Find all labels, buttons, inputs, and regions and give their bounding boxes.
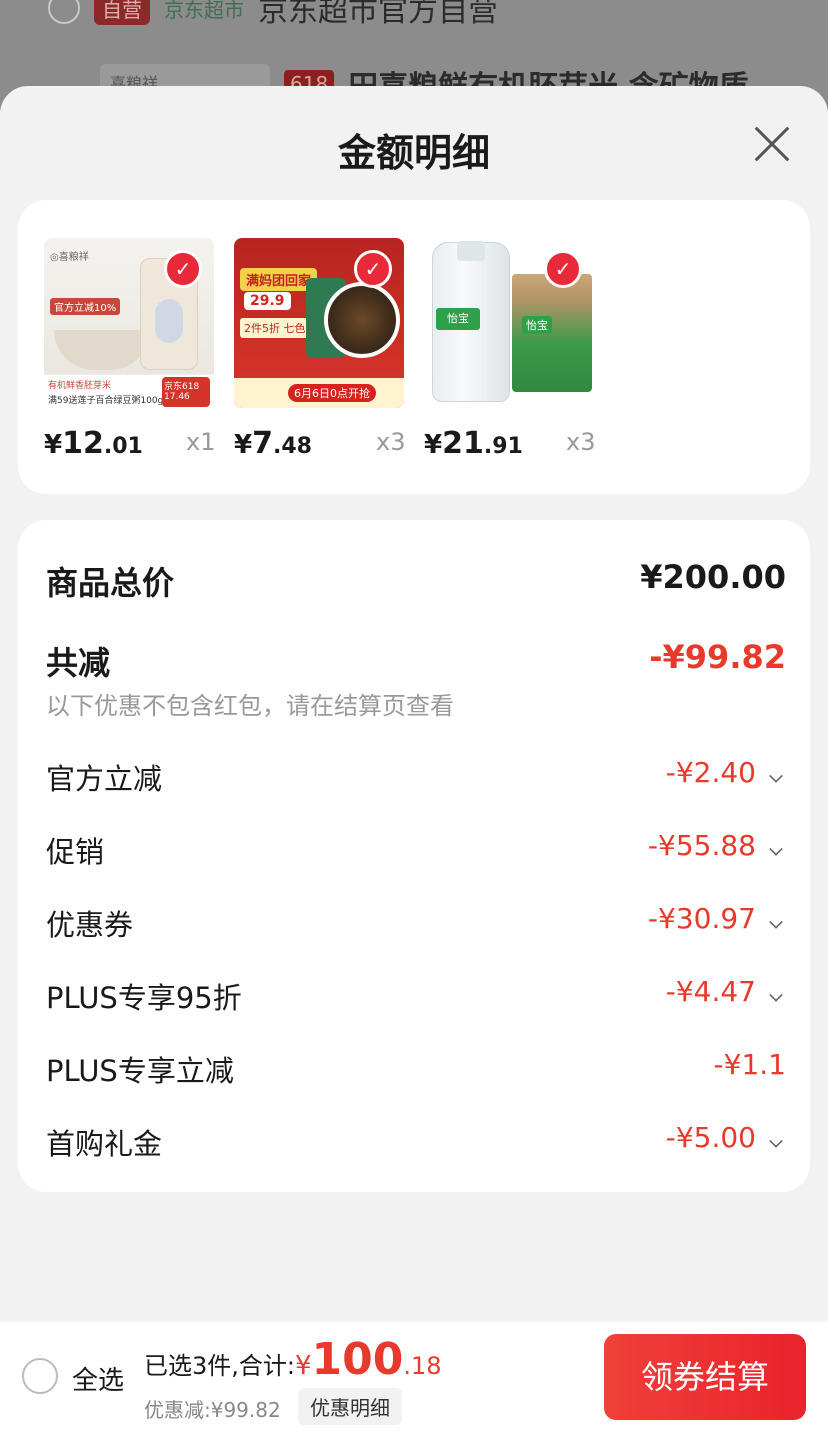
product-price: ¥21.91 xyxy=(424,426,523,461)
chevron-down-icon[interactable] xyxy=(769,988,783,1002)
price-integer: 12 xyxy=(62,426,104,461)
brand-logo: ◎喜粮祥 xyxy=(50,252,89,263)
discount-row-promotion[interactable]: 促销 -¥55.88 xyxy=(46,829,786,869)
product-price: ¥7.48 xyxy=(234,426,312,461)
discount-value: -¥30.97 xyxy=(647,902,756,935)
checkout-button[interactable]: 领券结算 xyxy=(604,1334,806,1420)
discount-row-coupon[interactable]: 优惠券 -¥30.97 xyxy=(46,902,786,942)
discount-detail-button[interactable]: 优惠明细 xyxy=(298,1388,402,1425)
discount-value: -¥1.1 xyxy=(713,1048,786,1081)
discount-label: 优惠券 xyxy=(46,908,134,942)
check-icon[interactable]: ✓ xyxy=(544,250,582,288)
discount-value: -¥4.47 xyxy=(665,975,756,1008)
discount-row-plus-95[interactable]: PLUS专享95折 -¥4.47 xyxy=(46,975,786,1015)
background-radio xyxy=(48,0,80,24)
check-icon[interactable]: ✓ xyxy=(354,250,392,288)
product-item[interactable]: 怡宝 怡宝 ✓ ¥21.91 x3 xyxy=(424,238,614,461)
discount-value: -¥55.88 xyxy=(647,829,756,862)
price-integer: 7 xyxy=(252,426,273,461)
check-icon[interactable]: ✓ xyxy=(164,250,202,288)
discount-label: PLUS专享立减 xyxy=(46,1054,234,1088)
chevron-down-icon[interactable] xyxy=(769,915,783,929)
product-image-price: 29.9 xyxy=(244,292,291,310)
product-image-strip-sub: 满59送莲子百合绿豆粥100g xyxy=(48,396,164,406)
products-card: ◎喜粮祥 官方立减10% 有机鲜香胚芽米 满59送莲子百合绿豆粥100g 京东6… xyxy=(18,200,810,494)
discount-summary: 优惠减:¥99.82 xyxy=(144,1398,281,1422)
total-currency: ¥ xyxy=(294,1351,312,1381)
discount-row-official[interactable]: 官方立减 -¥2.40 xyxy=(46,756,786,796)
close-icon[interactable] xyxy=(750,122,794,166)
discount-row-first-purchase[interactable]: 首购礼金 -¥5.00 xyxy=(46,1121,786,1161)
background-badge: 自营 xyxy=(94,0,150,25)
product-price: ¥12.01 xyxy=(44,426,143,461)
discount-note: 以下优惠不包含红包，请在结算页查看 xyxy=(46,692,454,720)
total-decimal: .18 xyxy=(403,1352,442,1380)
product-image-strip-title: 有机鲜香胚芽米 xyxy=(48,381,112,391)
discount-row-plus-instant: PLUS专享立减 -¥1.1 xyxy=(46,1048,786,1088)
discount-value: -¥2.40 xyxy=(665,756,756,789)
order-total-summary: 已选3件,合计:¥100.18 xyxy=(144,1334,442,1385)
discount-label: 官方立减 xyxy=(46,762,163,796)
product-quantity: x3 xyxy=(566,428,596,456)
price-currency: ¥ xyxy=(44,430,63,460)
price-integer: 21 xyxy=(442,426,484,461)
select-all-label[interactable]: 全选 xyxy=(72,1360,124,1397)
product-image-price-tag: 京东618 17.46 xyxy=(162,377,210,407)
rice-bowl-graphic xyxy=(54,330,150,370)
discount-label: 首购礼金 xyxy=(46,1127,163,1161)
total-discount-label: 共减 xyxy=(46,644,111,682)
selected-count-text: 已选3件,合计: xyxy=(144,1352,295,1380)
chevron-down-icon[interactable] xyxy=(769,1134,783,1148)
price-decimal: .48 xyxy=(272,434,312,459)
total-price-label: 商品总价 xyxy=(46,564,175,602)
chevron-down-icon[interactable] xyxy=(769,769,783,783)
price-decimal: .91 xyxy=(483,434,523,459)
price-currency: ¥ xyxy=(234,430,253,460)
water-box-graphic: 怡宝 xyxy=(512,274,592,392)
amount-detail-sheet: 金额明细 ◎喜粮祥 官方立减10% 有机鲜香胚芽米 满59送莲子百合绿豆粥100… xyxy=(0,86,828,1434)
box-label: 怡宝 xyxy=(522,316,552,334)
price-decimal: .01 xyxy=(103,434,143,459)
product-quantity: x1 xyxy=(186,428,216,456)
total-integer: 100 xyxy=(311,1334,404,1385)
select-all-radio[interactable] xyxy=(22,1358,58,1394)
price-currency: ¥ xyxy=(424,430,443,460)
discount-label: 促销 xyxy=(46,835,105,869)
background-store-tag: 京东超市 xyxy=(164,0,244,22)
background-store-name: 京东超市官方自营 xyxy=(258,0,498,29)
product-image-sale-date: 6月6日0点开抢 xyxy=(288,384,376,402)
discount-label: PLUS专享95折 xyxy=(46,981,242,1015)
product-image: ◎喜粮祥 官方立减10% 有机鲜香胚芽米 满59送莲子百合绿豆粥100g 京东6… xyxy=(44,238,214,408)
sheet-title: 金额明细 xyxy=(337,131,490,175)
product-image-label: 怡宝 xyxy=(436,308,480,330)
total-price-value: ¥200.00 xyxy=(640,558,786,596)
product-image: 怡宝 怡宝 ✓ xyxy=(424,238,594,408)
product-image-bottom: 6月6日0点开抢 xyxy=(234,378,404,408)
chevron-down-icon[interactable] xyxy=(769,842,783,856)
price-breakdown-card: 商品总价 ¥200.00 共减 -¥99.82 以下优惠不包含红包，请在结算页查… xyxy=(18,520,810,1192)
nut-bowl-graphic xyxy=(324,282,400,358)
product-item[interactable]: 满妈团回家 29.9 2件5折 七色搭配 6月6日0点开抢 ✓ ¥7.48 x3 xyxy=(234,238,424,461)
product-image: 满妈团回家 29.9 2件5折 七色搭配 6月6日0点开抢 ✓ xyxy=(234,238,404,408)
discount-value: -¥5.00 xyxy=(665,1121,756,1154)
product-image-label: 官方立减10% xyxy=(50,298,121,315)
checkout-bar: 全选 已选3件,合计:¥100.18 优惠减:¥99.82 优惠明细 领券结算 xyxy=(0,1322,828,1434)
product-image-strip: 有机鲜香胚芽米 满59送莲子百合绿豆粥100g 京东618 17.46 xyxy=(44,374,214,408)
background-store-row: 自营 京东超市 京东超市官方自营 xyxy=(48,0,498,30)
total-discount-value: -¥99.82 xyxy=(649,638,786,676)
product-item[interactable]: ◎喜粮祥 官方立减10% 有机鲜香胚芽米 满59送莲子百合绿豆粥100g 京东6… xyxy=(44,238,234,461)
product-quantity: x3 xyxy=(376,428,406,456)
